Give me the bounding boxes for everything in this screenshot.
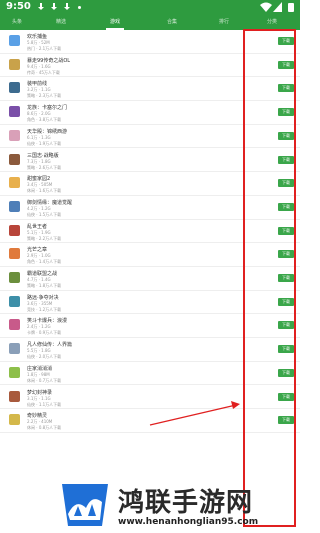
- game-name: 霸道联盟之战: [27, 271, 58, 277]
- game-download-count: 仙侠 · 1.9万人下载: [27, 140, 62, 146]
- game-download-count: 仙侠 · 1.5万人下载: [27, 211, 62, 217]
- watermark-title: 鸿联手游网: [118, 488, 254, 518]
- game-name: 梦幻封神录: [27, 389, 53, 396]
- game-download-count: 仙侠 · 1.1万人下载: [27, 401, 62, 407]
- game-icon[interactable]: [9, 153, 20, 165]
- watermark: 鸿联手游网 www.henanhonglian95.com: [50, 480, 300, 533]
- game-icon[interactable]: [9, 248, 20, 260]
- watermark-logo-icon: [62, 484, 108, 526]
- game-name: 装甲前线: [27, 81, 48, 88]
- game-name: 甜蜜家园2: [27, 176, 51, 183]
- status-time: 9:50: [6, 1, 31, 12]
- highlight-box: [243, 29, 296, 527]
- download-notification-icon: [51, 3, 57, 11]
- game-icon[interactable]: [9, 35, 20, 46]
- game-name: 凡人修仙传：人界篇: [27, 342, 73, 349]
- game-download-count: 热门 · 2.1万人下载: [27, 46, 62, 51]
- game-icon[interactable]: [9, 200, 20, 212]
- game-icon[interactable]: [9, 58, 20, 70]
- download-notification-icon: [64, 3, 70, 11]
- game-name: 欢乐捕鱼: [27, 34, 48, 40]
- game-name: 天华殿：锦绣西游: [27, 128, 68, 135]
- game-name: 御剑情缘：魔道觉醒: [27, 199, 73, 206]
- tab-ranking[interactable]: 排行: [209, 18, 239, 25]
- game-name: 奇妙精灵: [27, 413, 48, 420]
- game-name: 庄家消消消: [27, 365, 53, 372]
- game-name: 路远·争夺对决: [27, 294, 59, 301]
- tab-categories[interactable]: 分类: [257, 18, 287, 25]
- game-name: 光芒之章: [27, 247, 48, 254]
- game-icon[interactable]: [9, 82, 20, 94]
- game-icon[interactable]: [9, 366, 20, 378]
- game-icon[interactable]: [9, 343, 20, 355]
- tab-featured[interactable]: 精选: [46, 18, 76, 25]
- game-name: 笑斗卡爆兵：浪漫: [27, 318, 68, 325]
- game-download-count: 角色 · 3.8万人下载: [27, 117, 62, 123]
- game-icon[interactable]: [9, 390, 20, 402]
- battery-icon: [288, 3, 294, 12]
- game-download-count: 策略 · 2.3万人下载: [27, 93, 62, 99]
- watermark-url: www.henanhonglian95.com: [118, 517, 259, 527]
- game-name: 乱世王者: [27, 223, 48, 230]
- notification-dot-icon: [78, 6, 81, 9]
- tab-headline[interactable]: 头条: [2, 18, 32, 25]
- status-bar: 9:50: [0, 0, 300, 15]
- game-icon[interactable]: [9, 224, 20, 236]
- game-download-count: 策略 · 1.8万人下载: [27, 283, 62, 288]
- download-notification-icon: [38, 3, 44, 11]
- game-icon[interactable]: [9, 272, 20, 283]
- game-icon[interactable]: [9, 106, 20, 118]
- game-icon[interactable]: [9, 414, 20, 426]
- game-download-count: 仙侠 · 2.0万人下载: [27, 354, 62, 360]
- wifi-icon: [260, 2, 272, 12]
- game-icon[interactable]: [9, 129, 20, 141]
- game-download-count: 策略 · 2.6万人下载: [27, 164, 62, 170]
- game-download-count: 竞技 · 1.2万人下载: [27, 306, 62, 312]
- game-icon[interactable]: [9, 319, 20, 331]
- tab-games[interactable]: 游戏: [100, 18, 130, 25]
- game-download-count: 休闲 · 0.8万人下载: [27, 425, 62, 431]
- game-download-count: 策略 · 2.2万人下载: [27, 235, 62, 241]
- game-icon[interactable]: [9, 295, 20, 307]
- game-download-count: 休闲 · 1.6万人下载: [27, 188, 62, 194]
- game-download-count: 休闲 · 0.7万人下载: [27, 377, 62, 383]
- game-download-count: 卡牌 · 0.9万人下载: [27, 330, 62, 336]
- game-name: 暴走99传奇之战OL: [27, 57, 71, 64]
- signal-icon: [273, 2, 282, 12]
- game-name: 龙族：卡塞尔之门: [27, 105, 68, 112]
- game-download-count: 传奇 · 45万人下载: [27, 69, 60, 75]
- tab-collections[interactable]: 合集: [157, 18, 187, 25]
- game-icon[interactable]: [9, 177, 20, 189]
- category-tab-bar: 头条 精选 游戏 合集 排行 分类: [0, 15, 300, 30]
- game-download-count: 角色 · 1.4万人下载: [27, 259, 62, 265]
- game-name: 三国志·战略版: [27, 152, 59, 159]
